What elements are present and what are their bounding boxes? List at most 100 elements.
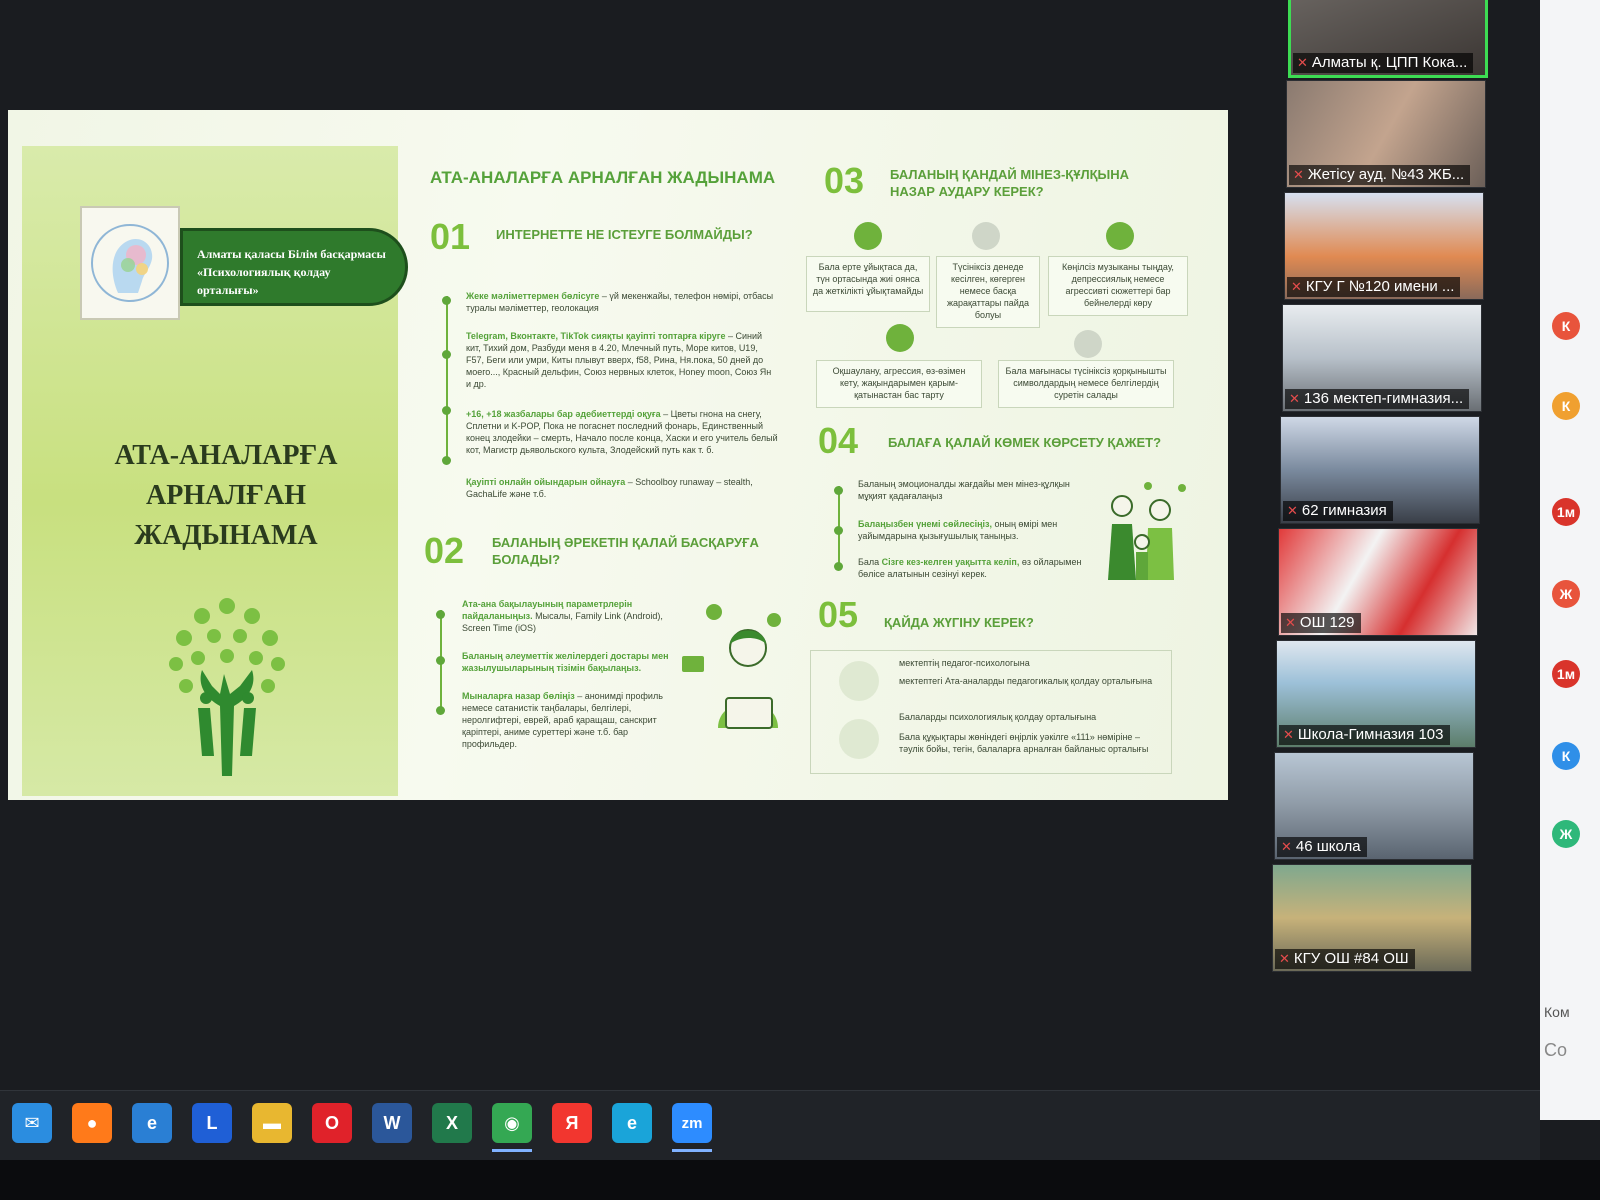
participant-avatar[interactable]: Ж [1552, 820, 1580, 848]
s04-item: Балаңызбен үнемі сөйлесіңіз, оның өмірі … [858, 519, 1058, 541]
timeline-dot [442, 406, 451, 415]
participant-tile[interactable]: ✕ 62 гимназия [1280, 416, 1480, 524]
participant-tile[interactable]: ✕ ОШ 129 [1278, 528, 1478, 636]
symbols-icon [1074, 330, 1102, 358]
mic-muted-icon: ✕ [1283, 727, 1294, 742]
participant-tile[interactable]: ✕ КГУ Г №120 имени ... [1284, 192, 1484, 300]
yandex-icon[interactable]: Я [552, 1103, 592, 1143]
behavior-card: Бала мағынасы түсініксіз қорқынышты симв… [998, 360, 1174, 408]
cover-title-line: АРНАЛҒАН [145, 480, 306, 511]
participant-avatar[interactable]: К [1552, 742, 1580, 770]
timeline-dot [436, 610, 445, 619]
bandage-icon [972, 222, 1000, 250]
participant-avatar[interactable]: К [1552, 312, 1580, 340]
s05-item: Балаларды психологиялық қолдау орталығын… [899, 712, 1097, 722]
participant-name: ✕ Школа-Гимназия 103 [1279, 725, 1450, 745]
timeline-dot [834, 526, 843, 535]
timeline [446, 296, 448, 462]
participant-tile[interactable]: ✕ 46 школа [1274, 752, 1474, 860]
section-number: 02 [424, 530, 465, 571]
participant-name: ✕ Жетісу ауд. №43 ЖБ... [1289, 165, 1471, 185]
timeline-dot [442, 296, 451, 305]
participant-name: ✕ 62 гимназия [1283, 501, 1393, 521]
opera-icon[interactable]: O [312, 1103, 352, 1143]
family-tree-icon [169, 598, 285, 776]
section-number: 04 [818, 420, 859, 461]
participant-avatar[interactable]: Ж [1552, 580, 1580, 608]
section-title-line: БОЛАДЫ? [492, 552, 561, 567]
mic-muted-icon: ✕ [1289, 391, 1300, 406]
shared-slide: Алматы қаласы Білім басқармасы «Психолог… [8, 110, 1228, 800]
edge-icon[interactable]: e [612, 1103, 652, 1143]
excel-icon[interactable]: X [432, 1103, 472, 1143]
section-title: ҚАЙДА ЖҮГІНУ КЕРЕК? [884, 615, 1034, 630]
participant-tile[interactable]: ✕ 136 мектеп-гимназия... [1282, 304, 1482, 412]
participant-name: ✕ Алматы қ. ЦПП Кока... [1293, 53, 1474, 73]
section-title: БАЛАНЫҢ ӘРЕКЕТІН ҚАЛАЙ БАСҚАРУҒА БОЛАДЫ? [492, 534, 759, 568]
section-title: ИНТЕРНЕТТЕ НЕ ІСТЕУГЕ БОЛМАЙДЫ? [496, 227, 753, 242]
internet-explorer-icon[interactable]: e [132, 1103, 172, 1143]
mic-muted-icon: ✕ [1297, 55, 1308, 70]
s02-item: Ата-ана бақылауының параметрлерін пайдал… [462, 599, 663, 633]
mic-muted-icon: ✕ [1281, 839, 1292, 854]
cover-title: АТА-АНАЛАРҒА АРНАЛҒАН ЖАДЫНАМА [106, 436, 346, 556]
banner-line-1: Алматы қаласы Білім басқармасы [197, 247, 386, 261]
chrome-icon[interactable]: ◉ [492, 1103, 532, 1143]
participant-avatar[interactable]: К [1552, 392, 1580, 420]
section-number: 03 [824, 160, 865, 201]
timeline-dot [834, 486, 843, 495]
lingvo-icon[interactable]: L [192, 1103, 232, 1143]
s05-item: Бала құқықтары жөніндегі өңірлік уәкілге… [899, 732, 1149, 754]
s04-item: Бала Сізге кез-келген уақытта келіп, өз … [858, 557, 1082, 579]
banner-line-2: «Психологиялық қолдау орталығы» [197, 265, 331, 297]
s04-item: Баланың эмоционалды жағдайы мен мінез-құ… [858, 479, 1070, 501]
isolation-icon [886, 324, 914, 352]
main-heading: АТА-АНАЛАРҒА АРНАЛҒАН ЖАДЫНАМА [430, 168, 776, 187]
zoom-icon[interactable]: zm [672, 1103, 712, 1143]
behavior-card: Бала ерте ұйықтаса да, түн ортасында жиі… [806, 256, 930, 312]
participant-tile[interactable]: ✕ КГУ ОШ #84 ОШ [1272, 864, 1472, 972]
s01-item: Қауіпті онлайн ойындарын ойнауға – Schoo… [466, 477, 753, 499]
file-explorer-icon[interactable]: ▬ [252, 1103, 292, 1143]
participant-tile[interactable]: ✕ Алматы қ. ЦПП Кока... [1288, 0, 1488, 78]
psychologist-icon [839, 661, 879, 701]
active-app-indicator [492, 1149, 532, 1152]
mail-icon[interactable]: ✉ [12, 1103, 52, 1143]
cover-title-line: ЖАДЫНАМА [134, 520, 318, 551]
mic-muted-icon: ✕ [1293, 167, 1304, 182]
participant-avatar[interactable]: 1м [1552, 660, 1580, 688]
timeline-dot [442, 456, 451, 465]
strip-label: Ком [1544, 1004, 1570, 1020]
family-icon [1108, 482, 1186, 580]
strip-input-hint[interactable]: Со [1544, 1040, 1567, 1061]
participant-avatar[interactable]: 1м [1552, 498, 1580, 526]
sleep-icon [854, 222, 882, 250]
participant-name: ✕ ОШ 129 [1281, 613, 1361, 633]
section-title: БАЛАНЫҢ ҚАНДАЙ МІНЕЗ-ҚҰЛҚЫНА НАЗАР АУДАР… [890, 166, 1129, 200]
cover-title-line: АТА-АНАЛАРҒА [114, 440, 338, 471]
behavior-card: Түсініксіз денеде кесілген, көгерген нем… [936, 256, 1040, 328]
behavior-card: Көңілсіз музыканы тыңдау, депрессиялық н… [1048, 256, 1188, 316]
section-number: 01 [430, 216, 471, 257]
s05-item: мектептегі Ата-аналарды педагогикалық қо… [899, 676, 1153, 686]
organization-banner: Алматы қаласы Білім басқармасы «Психолог… [180, 228, 408, 306]
mic-muted-icon: ✕ [1291, 279, 1302, 294]
firefox-icon[interactable]: ● [72, 1103, 112, 1143]
participant-tile[interactable]: ✕ Школа-Гимназия 103 [1276, 640, 1476, 748]
participant-tile[interactable]: ✕ Жетісу ауд. №43 ЖБ... [1286, 80, 1486, 188]
participant-name: ✕ КГУ ОШ #84 ОШ [1275, 949, 1415, 969]
timeline-dot [436, 656, 445, 665]
section-title-line: БАЛАНЫҢ ӘРЕКЕТІН ҚАЛАЙ БАСҚАРУҒА [492, 535, 759, 550]
s01-item: +16, +18 жазбалары бар әдебиеттерді оқуғ… [466, 409, 778, 455]
mic-muted-icon: ✕ [1287, 503, 1298, 518]
help-box: мектептің педагог-психологына мектептегі… [810, 650, 1172, 774]
participant-name: ✕ 46 школа [1277, 837, 1367, 857]
section-title-line: БАЛАНЫҢ ҚАНДАЙ МІНЕЗ-ҚҰЛҚЫНА [890, 167, 1130, 182]
section-title-line: НАЗАР АУДАРУ КЕРЕК? [890, 184, 1044, 199]
timeline-dot [442, 350, 451, 359]
head-logo-icon [91, 224, 169, 302]
word-icon[interactable]: W [372, 1103, 412, 1143]
participants-panel: ✕ Алматы қ. ЦПП Кока... ✕ Жетісу ауд. №43 … [1272, 0, 1490, 980]
s02-item: Мыналарға назар бөліңіз – анонимді профи… [462, 691, 663, 749]
s01-item: Telegram, Вконтакте, TikTok сияқты қауіп… [466, 331, 772, 389]
